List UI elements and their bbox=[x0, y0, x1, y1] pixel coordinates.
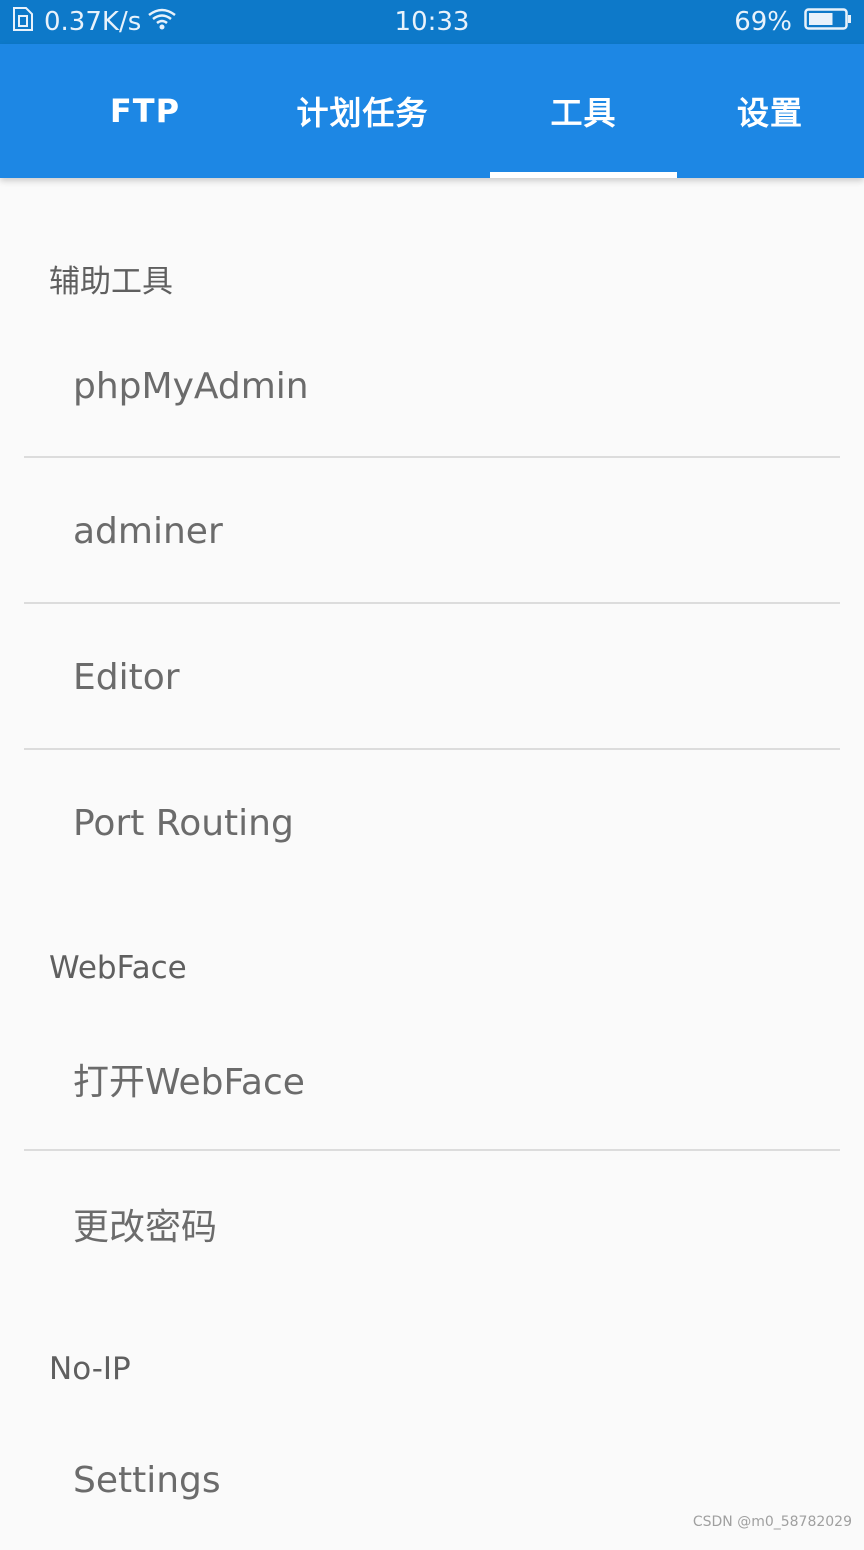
tab-scheduled-tasks[interactable]: 计划任务 bbox=[255, 44, 470, 178]
watermark: CSDN @m0_58782029 bbox=[693, 1514, 852, 1530]
list-item-open-webface[interactable]: 打开WebFace bbox=[0, 1008, 864, 1150]
section-header-webface: WebFace bbox=[49, 950, 187, 986]
battery-fill bbox=[809, 13, 833, 25]
list-item-label: 打开WebFace bbox=[73, 1053, 305, 1105]
list-item-change-password[interactable]: 更改密码 bbox=[0, 1153, 864, 1295]
tab-label: 设置 bbox=[737, 88, 803, 134]
section-header-noip: No-IP bbox=[49, 1351, 131, 1387]
tab-label: FTP bbox=[110, 92, 180, 130]
divider bbox=[24, 456, 840, 458]
tab-tools[interactable]: 工具 bbox=[490, 44, 677, 178]
tab-label: 计划任务 bbox=[296, 88, 428, 134]
section-header-aux-tools: 辅助工具 bbox=[49, 256, 173, 301]
battery-icon bbox=[804, 7, 852, 38]
list-item-editor[interactable]: Editor bbox=[0, 606, 864, 748]
list-item-label: 更改密码 bbox=[73, 1198, 217, 1250]
divider bbox=[24, 748, 840, 750]
status-bar: 0.37K/s 10:33 69% bbox=[0, 0, 864, 44]
divider bbox=[24, 1149, 840, 1151]
battery-percent: 69% bbox=[734, 7, 792, 37]
tab-settings[interactable]: 设置 bbox=[690, 44, 850, 178]
list-item-phpmyadmin[interactable]: phpMyAdmin bbox=[0, 316, 864, 456]
list-item-label: adminer bbox=[73, 511, 223, 552]
status-bar-right: 69% bbox=[734, 6, 852, 38]
preferences-list: 辅助工具 phpMyAdmin adminer Editor Port Rout… bbox=[0, 178, 864, 1536]
list-item-label: Port Routing bbox=[73, 803, 294, 844]
divider bbox=[24, 602, 840, 604]
tab-label: 工具 bbox=[550, 88, 616, 134]
list-item-label: Editor bbox=[73, 657, 180, 698]
list-item-label: phpMyAdmin bbox=[73, 366, 309, 407]
list-item-adminer[interactable]: adminer bbox=[0, 460, 864, 602]
tab-ftp[interactable]: FTP bbox=[50, 44, 240, 178]
list-item-label: Settings bbox=[73, 1460, 221, 1501]
tab-bar: FTP 计划任务 工具 设置 bbox=[0, 44, 864, 178]
list-item-port-routing[interactable]: Port Routing bbox=[0, 752, 864, 894]
